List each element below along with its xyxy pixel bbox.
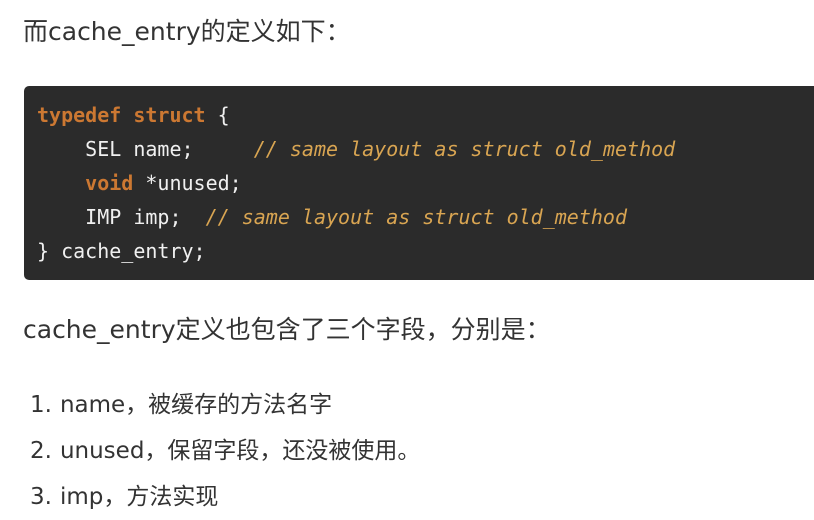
code-keyword: struct bbox=[133, 103, 206, 127]
list-item: 3. imp，方法实现 bbox=[30, 480, 420, 520]
code-line: } cache_entry; bbox=[37, 238, 206, 264]
code-comment: // same layout as struct old_method bbox=[253, 137, 676, 161]
list-item-text: unused，保留字段，还没被使用。 bbox=[59, 438, 421, 464]
code-line: void *unused; bbox=[37, 170, 242, 196]
list-item: 2. unused，保留字段，还没被使用。 bbox=[30, 434, 420, 480]
list-item-number: 3. bbox=[30, 484, 52, 510]
code-comment: // same layout as struct old_method bbox=[205, 205, 628, 229]
intro-paragraph: 而cache_entry的定义如下： bbox=[23, 17, 351, 46]
code-line: SEL name; // same layout as struct old_m… bbox=[37, 136, 675, 162]
code-text: *unused; bbox=[133, 171, 242, 195]
list-item-text: imp，方法实现 bbox=[59, 484, 219, 510]
code-block: typedef struct { SEL name; // same layou… bbox=[24, 86, 814, 280]
code-text: SEL name; bbox=[37, 137, 254, 161]
code-line: IMP imp; // same layout as struct old_me… bbox=[37, 204, 627, 230]
list-item: 1. name，被缓存的方法名字 bbox=[30, 388, 420, 434]
code-text: IMP imp; bbox=[37, 205, 206, 229]
list-item-number: 2. bbox=[30, 438, 52, 464]
code-keyword: typedef bbox=[37, 103, 122, 127]
code-line: typedef struct { bbox=[37, 102, 230, 128]
list-item-number: 1. bbox=[30, 392, 52, 418]
field-list: 1. name，被缓存的方法名字 2. unused，保留字段，还没被使用。 3. i… bbox=[30, 388, 420, 520]
code-text: { bbox=[205, 103, 230, 127]
code-text: } cache_entry; bbox=[37, 239, 206, 263]
list-item-text: name，被缓存的方法名字 bbox=[59, 392, 333, 418]
summary-paragraph: cache_entry定义也包含了三个字段，分别是： bbox=[23, 315, 551, 344]
code-keyword: void bbox=[85, 171, 134, 195]
